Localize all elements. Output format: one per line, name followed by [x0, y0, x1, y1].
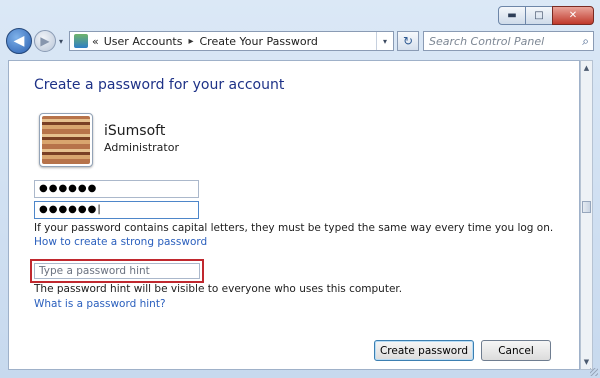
close-icon: ✕	[568, 10, 578, 21]
scroll-thumb[interactable]	[582, 201, 591, 213]
back-button[interactable]: ◀	[6, 28, 32, 54]
navigation-bar: ◀ ▶ ▾ « User Accounts ▸ Create Your Pass…	[6, 28, 594, 54]
address-dropdown-icon[interactable]: ▾	[376, 32, 393, 50]
resize-grip[interactable]	[590, 368, 598, 376]
address-prefix-icon[interactable]: «	[92, 35, 99, 48]
user-name: iSumsoft	[104, 123, 166, 139]
control-panel-icon	[74, 34, 89, 48]
confirm-password-field[interactable]: ●●●●●●|	[34, 201, 199, 219]
back-arrow-icon: ◀	[13, 33, 25, 49]
close-button[interactable]: ✕	[552, 6, 594, 25]
recent-pages-dropdown[interactable]: ▾	[59, 37, 63, 46]
breadcrumb-create-your-password[interactable]: Create Your Password	[200, 35, 318, 48]
maximize-icon: □	[534, 10, 544, 21]
user-avatar	[39, 113, 93, 167]
content-pane: Create a password for your account iSums…	[8, 60, 580, 370]
search-box[interactable]: Search Control Panel ⌕	[423, 31, 594, 51]
hint-visibility-note: The password hint will be visible to eve…	[34, 283, 403, 295]
window-frame: ▬ □ ✕ ◀ ▶ ▾ « User Accounts ▸ Create You…	[0, 0, 600, 378]
scroll-up-arrow-icon[interactable]: ▲	[581, 62, 592, 74]
vertical-scrollbar[interactable]: ▲ ▼	[580, 60, 593, 370]
refresh-button[interactable]: ↻	[397, 31, 420, 51]
hint-highlight-box: Type a password hint	[30, 259, 204, 283]
strong-password-link[interactable]: How to create a strong password	[34, 236, 207, 248]
caps-lock-note: If your password contains capital letter…	[34, 222, 554, 234]
window-controls: ▬ □ ✕	[498, 6, 594, 25]
search-input[interactable]: Search Control Panel	[429, 35, 544, 48]
forward-arrow-icon: ▶	[40, 34, 50, 48]
address-bar[interactable]: « User Accounts ▸ Create Your Password ▾	[69, 31, 395, 51]
create-password-button[interactable]: Create password	[374, 340, 474, 361]
maximize-button[interactable]: □	[525, 6, 553, 25]
user-role: Administrator	[104, 141, 179, 154]
password-hint-input[interactable]: Type a password hint	[34, 263, 200, 279]
avatar-image	[42, 116, 90, 164]
breadcrumb-user-accounts[interactable]: User Accounts	[104, 35, 183, 48]
password-hint-help-link[interactable]: What is a password hint?	[34, 298, 166, 310]
minimize-button[interactable]: ▬	[498, 6, 526, 25]
cancel-button[interactable]: Cancel	[481, 340, 551, 361]
search-icon[interactable]: ⌕	[582, 34, 589, 49]
minimize-icon: ▬	[507, 10, 517, 21]
forward-button[interactable]: ▶	[34, 30, 56, 52]
refresh-icon: ↻	[402, 34, 414, 48]
breadcrumb-separator-icon[interactable]: ▸	[188, 36, 193, 47]
new-password-field[interactable]: ●●●●●●	[34, 180, 199, 198]
scroll-down-arrow-icon[interactable]: ▼	[581, 356, 592, 368]
page-title: Create a password for your account	[34, 77, 285, 93]
